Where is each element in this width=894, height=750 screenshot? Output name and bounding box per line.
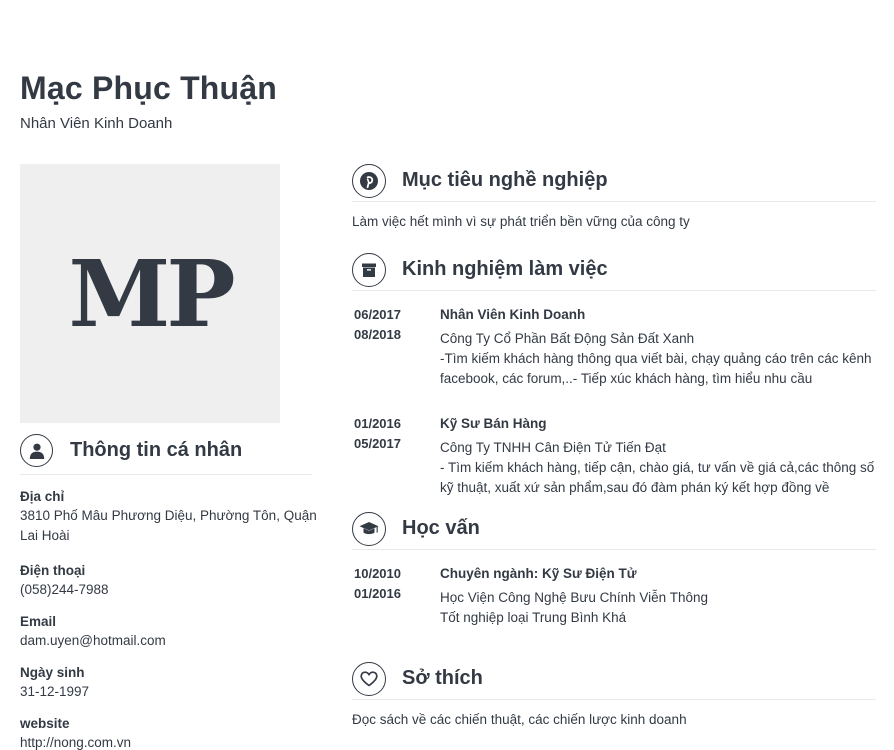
entry-content: Chuyên ngành: Kỹ Sư Điện Tử Học Viện Côn… (440, 564, 876, 628)
entry-position: Nhân Viên Kinh Doanh (440, 307, 586, 322)
info-value: 31-12-1997 (20, 684, 90, 699)
pinterest-icon (352, 163, 386, 198)
experience-header: Kinh nghiệm làm việc (352, 249, 876, 291)
candidate-job-title: Nhân Viên Kinh Doanh (20, 115, 173, 132)
entry-end-date: 01/2016 (354, 586, 401, 601)
info-label: Ngày sinh (20, 665, 85, 680)
education-title: Học vấn (402, 517, 480, 539)
entry-dates: 10/2010 01/2016 (352, 564, 440, 628)
objective-header: Mục tiêu nghề nghiệp (352, 160, 876, 202)
objective-title: Mục tiêu nghề nghiệp (402, 169, 608, 191)
hobbies-text: Đọc sách về các chiến thuật, các chiến l… (352, 712, 687, 727)
cv-header: Mạc Phục Thuận Nhân Viên Kinh Doanh (20, 70, 277, 132)
education-entry: 10/2010 01/2016 Chuyên ngành: Kỹ Sư Điện… (352, 564, 876, 628)
personal-info-title: Thông tin cá nhân (70, 439, 243, 461)
education-header: Học vấn (352, 508, 876, 550)
info-label: Địa chỉ (20, 489, 65, 504)
entry-major: Chuyên ngành: Kỹ Sư Điện Tử (440, 566, 637, 581)
entry-dates: 06/2017 08/2018 (352, 305, 440, 389)
entry-school: Học Viện Công Nghệ Bưu Chính Viễn Thông (440, 590, 708, 605)
objective-text: Làm việc hết mình vì sự phát triển bền v… (352, 214, 690, 229)
info-label: website (20, 716, 70, 731)
candidate-name: Mạc Phục Thuận (20, 70, 278, 106)
archive-box-icon (352, 252, 386, 287)
entry-end-date: 08/2018 (354, 327, 401, 342)
entry-dates: 01/2016 05/2017 (352, 414, 440, 498)
info-label: Email (20, 614, 57, 629)
info-label: Điện thoại (20, 563, 86, 578)
entry-grade: Tốt nghiệp loại Trung Bình Khá (440, 610, 627, 625)
hobbies-header: Sở thích (352, 658, 876, 700)
entry-end-date: 05/2017 (354, 436, 401, 451)
entry-content: Nhân Viên Kinh Doanh Công Ty Cổ Phần Bất… (440, 305, 876, 389)
hobbies-title: Sở thích (402, 667, 483, 689)
user-icon (20, 434, 53, 467)
entry-start-date: 06/2017 (354, 307, 401, 322)
entry-description: - Tìm kiếm khách hàng, tiếp cận, chào gi… (440, 460, 875, 495)
entry-company: Công Ty Cổ Phần Bất Động Sản Đất Xanh (440, 331, 695, 346)
entry-company: Công Ty TNHH Cân Điện Tử Tiến Đạt (440, 440, 666, 455)
avatar-initials: MP (68, 239, 235, 348)
right-column: Mục tiêu nghề nghiệp Làm việc hết mình v… (352, 160, 876, 727)
avatar: MP (20, 164, 280, 423)
entry-description: -Tìm kiếm khách hàng thông qua viết bài,… (440, 351, 872, 386)
experience-entry: 06/2017 08/2018 Nhân Viên Kinh Doanh Côn… (352, 305, 876, 389)
experience-title: Kinh nghiệm làm việc (402, 258, 608, 280)
info-value: http://nong.com.vn (20, 735, 132, 750)
info-birthday: Ngày sinh 31-12-1997 (20, 665, 312, 702)
info-address: Địa chỉ 3810 Phố Mâu Phương Diệu, Phường… (20, 489, 317, 546)
info-value: (058)244-7988 (20, 582, 109, 597)
info-value: 3810 Phố Mâu Phương Diệu, Phường Tôn, Qu… (20, 508, 317, 543)
entry-start-date: 10/2010 (354, 566, 401, 581)
info-value: dam.uyen@hotmail.com (20, 633, 166, 648)
entry-position: Kỹ Sư Bán Hàng (440, 416, 547, 431)
info-email: Email dam.uyen@hotmail.com (20, 614, 312, 651)
heart-icon (352, 661, 386, 696)
info-phone: Điện thoại (058)244-7988 (20, 563, 312, 600)
experience-entry: 01/2016 05/2017 Kỹ Sư Bán Hàng Công Ty T… (352, 414, 876, 498)
personal-info-header: Thông tin cá nhân (20, 431, 312, 475)
info-website: website http://nong.com.vn (20, 716, 312, 750)
graduation-cap-icon (352, 511, 386, 546)
entry-content: Kỹ Sư Bán Hàng Công Ty TNHH Cân Điện Tử … (440, 414, 876, 498)
left-column: MP Thông tin cá nhân Địa chỉ 3810 Phố Mâ… (20, 164, 317, 750)
entry-start-date: 01/2016 (354, 416, 401, 431)
